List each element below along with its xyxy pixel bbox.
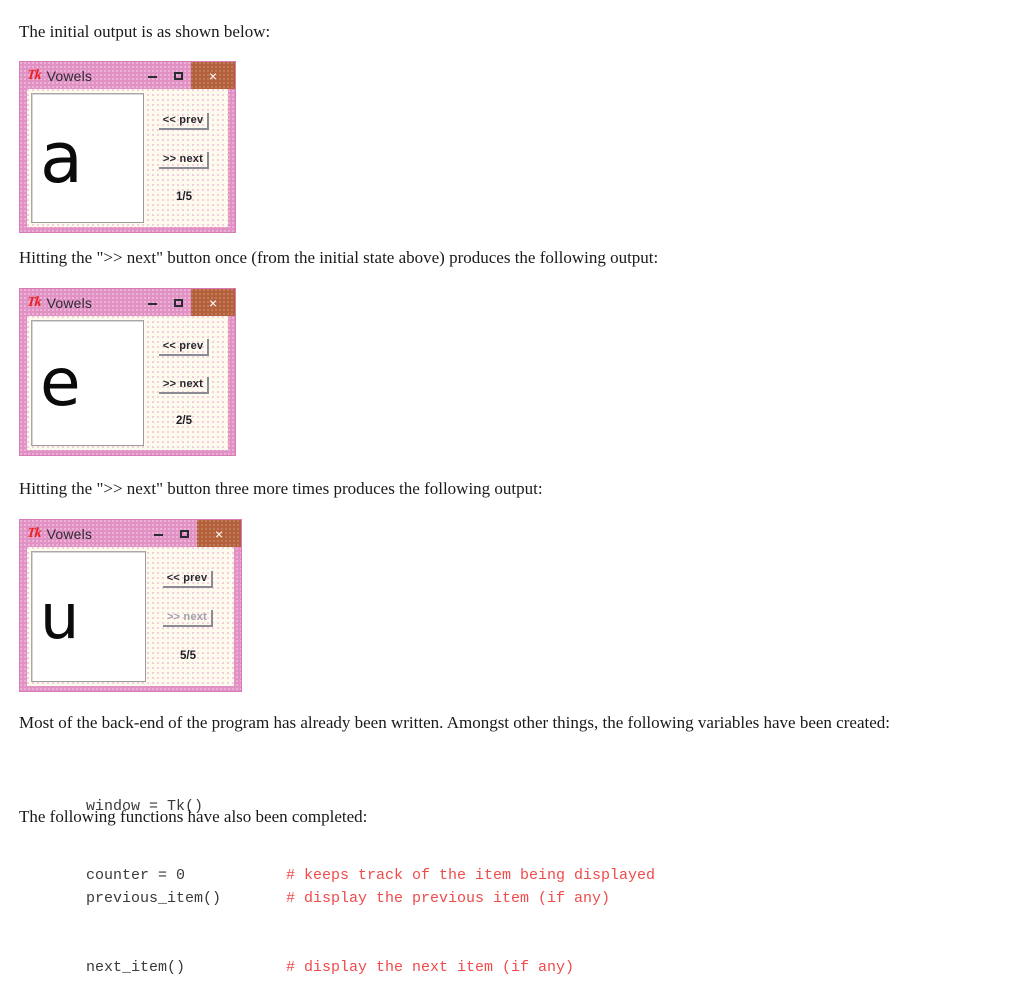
- next-button[interactable]: >> next: [159, 376, 209, 394]
- paragraph-after-three-next: Hitting the ">> next" button three more …: [19, 479, 543, 498]
- close-icon[interactable]: ×: [191, 62, 235, 89]
- letter-value: e: [40, 344, 81, 421]
- window-body: e << prev >> next 2/5: [27, 316, 228, 450]
- tk-window-initial[interactable]: Tk Vowels × a << prev >> next 1/5: [19, 61, 236, 233]
- window-title: Vowels: [46, 67, 93, 84]
- prev-button[interactable]: << prev: [158, 113, 210, 130]
- window-body: u << prev >> next 5/5: [27, 547, 234, 686]
- maximize-icon[interactable]: [171, 520, 197, 547]
- tk-window-last-item[interactable]: Tk Vowels × u << prev >> next 5/5: [19, 519, 242, 692]
- paragraph-backend: Most of the back-end of the program has …: [19, 713, 890, 732]
- tk-window-after-one-next[interactable]: Tk Vowels × e << prev >> next 2/5: [19, 288, 236, 456]
- paragraph-after-first-next: Hitting the ">> next" button once (from …: [19, 248, 659, 267]
- title-bar-buttons: ×: [145, 520, 241, 547]
- title-bar[interactable]: Tk Vowels ×: [20, 62, 235, 89]
- letter-value: a: [40, 117, 83, 199]
- window-title: Vowels: [46, 294, 93, 311]
- prev-button[interactable]: << prev: [158, 339, 210, 357]
- control-column: << prev >> next 2/5: [144, 320, 224, 446]
- paragraph-intro: The initial output is as shown below:: [19, 22, 271, 41]
- maximize-icon[interactable]: [165, 289, 191, 316]
- title-bar-buttons: ×: [139, 62, 235, 89]
- title-bar[interactable]: Tk Vowels ×: [20, 520, 241, 547]
- code-comment: # display the next item (if any): [286, 959, 575, 977]
- maximize-icon[interactable]: [165, 62, 191, 89]
- tk-logo-icon: Tk: [26, 67, 42, 83]
- letter-display: u: [31, 551, 146, 682]
- next-button[interactable]: >> next: [163, 610, 213, 628]
- counter-label: 1/5: [176, 191, 192, 203]
- letter-display: e: [31, 320, 144, 446]
- code-line: next_item() # display the next item (if …: [86, 956, 610, 979]
- code-block-functions: previous_item() # display the previous i…: [86, 840, 610, 1003]
- paragraph-functions-intro: The following functions have also been c…: [19, 807, 368, 826]
- letter-display: a: [31, 93, 144, 223]
- minimize-icon[interactable]: [139, 62, 165, 89]
- counter-label: 2/5: [176, 414, 192, 427]
- close-icon[interactable]: ×: [191, 289, 235, 316]
- window-title: Vowels: [46, 525, 93, 542]
- close-icon[interactable]: ×: [197, 520, 241, 547]
- control-column: << prev >> next 1/5: [144, 93, 224, 223]
- title-bar[interactable]: Tk Vowels ×: [20, 289, 235, 316]
- control-column: << prev >> next 5/5: [146, 551, 230, 682]
- counter-label: 5/5: [180, 649, 196, 662]
- prev-button[interactable]: << prev: [162, 571, 214, 589]
- minimize-icon[interactable]: [145, 520, 171, 547]
- tk-logo-icon: Tk: [26, 525, 42, 541]
- tk-logo-icon: Tk: [26, 294, 42, 310]
- letter-value: u: [40, 579, 80, 653]
- title-bar-buttons: ×: [139, 289, 235, 316]
- code-function: next_item(): [86, 959, 186, 977]
- minimize-icon[interactable]: [139, 289, 165, 316]
- next-button[interactable]: >> next: [159, 152, 209, 169]
- window-body: a << prev >> next 1/5: [27, 89, 228, 227]
